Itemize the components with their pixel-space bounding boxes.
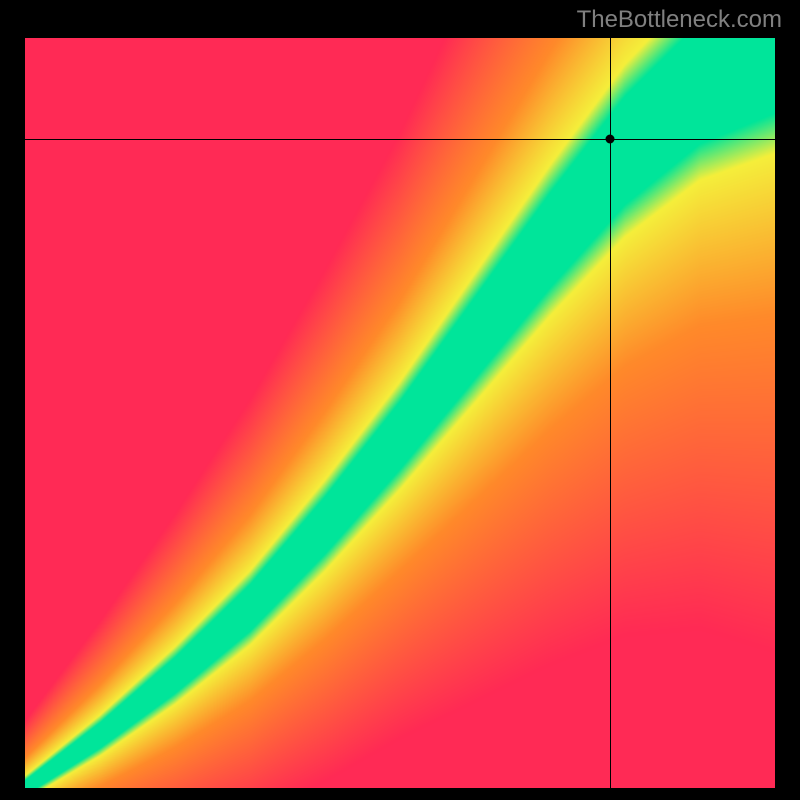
crosshair-vertical: [610, 38, 611, 788]
attribution-text: TheBottleneck.com: [577, 6, 782, 34]
heatmap-plot: [25, 38, 775, 788]
crosshair-marker: [606, 135, 615, 144]
heatmap-canvas: [25, 38, 775, 788]
crosshair-horizontal: [25, 139, 775, 140]
